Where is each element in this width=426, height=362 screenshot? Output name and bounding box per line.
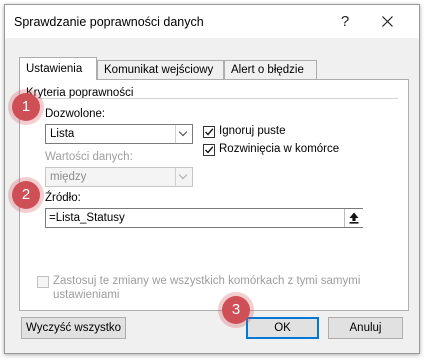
checkmark-icon xyxy=(205,146,214,154)
tab-error-alert[interactable]: Alert o błędzie xyxy=(224,60,317,79)
apply-all-checkbox[interactable] xyxy=(37,276,49,288)
tab-input-message[interactable]: Komunikat wejściowy xyxy=(97,60,224,79)
collapse-dialog-arrow-icon xyxy=(349,212,359,224)
in-cell-dropdown-label[interactable]: Rozwinięcia w komórce xyxy=(219,143,339,155)
group-divider xyxy=(26,98,398,99)
in-cell-dropdown-checkbox[interactable] xyxy=(203,144,215,156)
data-label: Wartości danych: xyxy=(45,151,133,163)
close-button[interactable] xyxy=(369,9,405,35)
data-select-value: między xyxy=(50,171,87,183)
title-bar: Sprawdzanie poprawności danych ? xyxy=(5,5,419,38)
allow-label: Dozwolone: xyxy=(45,108,106,120)
chevron-down-icon xyxy=(178,127,188,137)
data-validation-dialog: Sprawdzanie poprawności danych ? Ustawie… xyxy=(4,4,420,354)
apply-all-label[interactable]: Zastosuj te zmiany we wszystkich komórka… xyxy=(53,275,360,287)
settings-panel: Kryteria poprawności Dozwolone: Lista Wa… xyxy=(19,79,409,311)
step-badge-2: 2 xyxy=(12,181,40,209)
cancel-button[interactable]: Anuluj xyxy=(328,317,403,339)
step-badge-3: 3 xyxy=(222,296,250,324)
ignore-blank-checkbox[interactable] xyxy=(203,126,215,138)
data-select[interactable]: między xyxy=(45,167,193,187)
ok-button[interactable]: OK xyxy=(246,317,319,339)
source-input[interactable]: =Lista_Statusy xyxy=(45,208,363,228)
clear-all-button[interactable]: Wyczyść wszystko xyxy=(21,317,126,339)
tab-settings[interactable]: Ustawienia xyxy=(19,57,97,80)
ignore-blank-label[interactable]: Ignoruj puste xyxy=(219,125,286,137)
checkmark-icon xyxy=(205,128,214,136)
source-input-value: =Lista_Statusy xyxy=(49,212,125,224)
collapse-dialog-button[interactable] xyxy=(344,209,363,227)
source-label: Źródło: xyxy=(45,192,81,204)
dialog-title: Sprawdzanie poprawności danych xyxy=(14,15,204,29)
chevron-down-icon xyxy=(178,170,188,180)
allow-select-value: Lista xyxy=(50,128,75,140)
help-button[interactable]: ? xyxy=(327,9,363,35)
step-badge-1: 1 xyxy=(12,93,40,121)
allow-dropdown-button[interactable] xyxy=(175,125,192,143)
allow-select[interactable]: Lista xyxy=(45,124,193,144)
apply-all-label-line2: ustawieniami xyxy=(53,289,120,301)
close-icon xyxy=(381,16,393,27)
data-dropdown-button[interactable] xyxy=(175,168,192,186)
